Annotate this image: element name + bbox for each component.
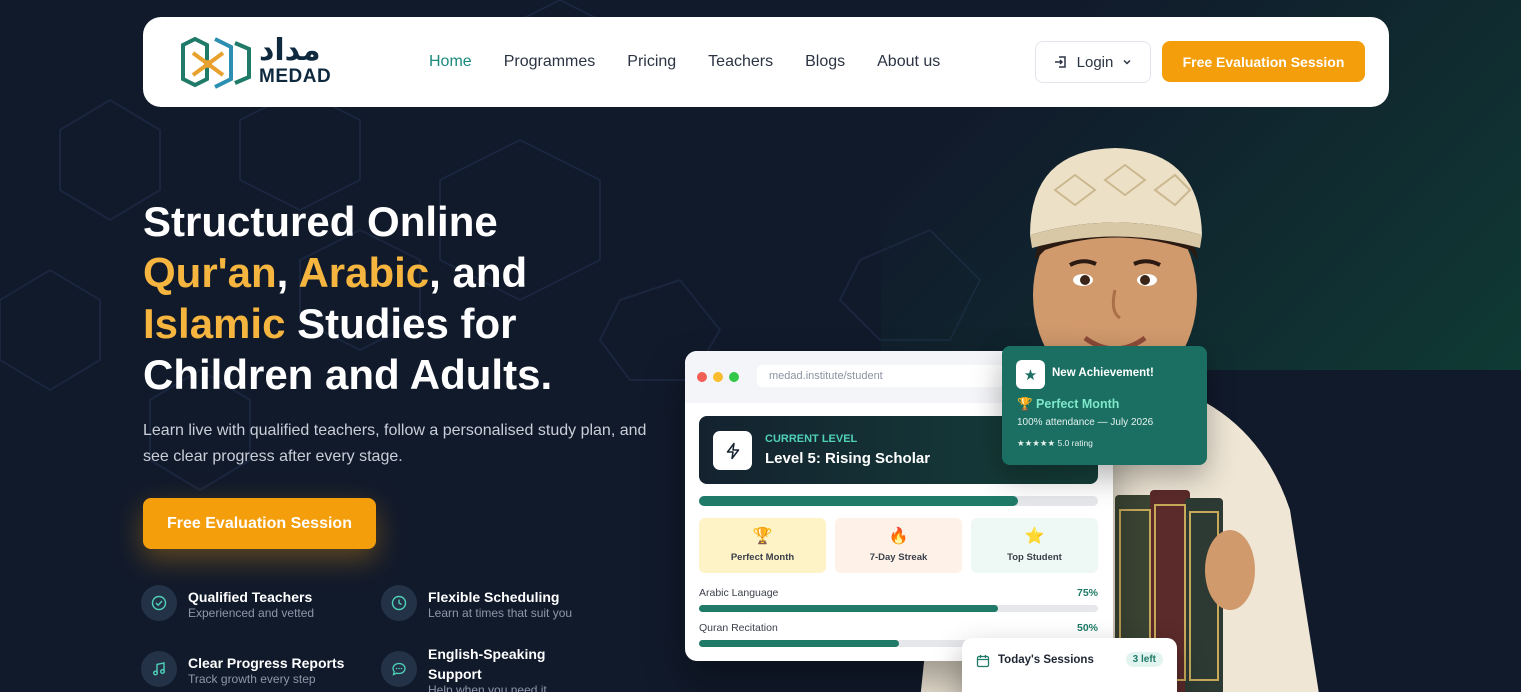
sessions-left-badge: 3 left — [1125, 652, 1163, 667]
achievement-title: New Achievement! — [1052, 367, 1154, 379]
window-close-dot — [697, 372, 707, 382]
browser-url: medad.institute/student — [757, 365, 1005, 387]
brand-logo[interactable]: مداد MEDAD — [177, 35, 337, 89]
hero-title-line-1: Structured Online — [143, 198, 498, 245]
brand-name-arabic: مداد — [259, 33, 321, 68]
level-kicker: CURRENT LEVEL — [765, 433, 858, 445]
progress-label-arabic: Arabic Language — [699, 587, 779, 599]
clock-icon — [381, 585, 417, 621]
level-progress-bar — [699, 496, 1098, 506]
feature-title: Clear Progress Reports — [188, 655, 345, 671]
achievement-name: 🏆 Perfect Month — [1017, 397, 1120, 411]
badge-perfect-month: 🏆 Perfect Month — [699, 518, 826, 573]
achievement-card: ★ New Achievement! 🏆 Perfect Month 100% … — [1002, 346, 1207, 465]
navbar: مداد MEDAD Home Programmes Pricing Teach… — [143, 17, 1389, 107]
nav-blogs[interactable]: Blogs — [805, 51, 845, 73]
feature-title: Qualified Teachers — [188, 589, 313, 605]
hero-title-sep-1: , — [276, 249, 299, 296]
progress-fill-quran — [699, 640, 899, 647]
nav-pricing[interactable]: Pricing — [627, 51, 676, 73]
feature-desc: Track growth every step — [188, 672, 316, 686]
hero-highlight-islamic: Islamic — [143, 300, 286, 347]
feature-desc: Experienced and vetted — [188, 606, 315, 620]
achievement-detail: 100% attendance — July 2026 — [1017, 417, 1154, 428]
badge-label: Top Student — [1007, 552, 1062, 563]
hero-subtitle: Learn live with qualified teachers, foll… — [143, 422, 647, 465]
feature-qualified-teachers: Qualified Teachers Experienced and vette… — [141, 585, 371, 629]
calendar-icon — [976, 655, 990, 668]
progress-pct-quran: 50% — [1076, 622, 1098, 634]
feature-progress-reports: Clear Progress Reports Track growth ever… — [141, 651, 371, 692]
level-progress-fill — [699, 496, 1019, 506]
badge-label: Perfect Month — [730, 552, 795, 563]
hero-cta-button[interactable]: Free Evaluation Session — [143, 498, 376, 549]
hero-title: Structured Online Qur'an, Arabic, and Is… — [143, 196, 683, 400]
nav-home[interactable]: Home — [429, 51, 472, 73]
achievement-rating: ★★★★★ 5.0 rating — [1017, 438, 1093, 448]
nav-cta-button[interactable]: Free Evaluation Session — [1162, 41, 1365, 82]
feature-flexible-scheduling: Flexible Scheduling Learn at times that … — [381, 585, 611, 629]
nav-about-us[interactable]: About us — [877, 51, 940, 73]
badge-top-student: ⭐ Top Student — [971, 518, 1098, 573]
hero-title-line-2: Qur'an, Arabic, and — [143, 247, 683, 298]
progress-label-quran: Quran Recitation — [699, 622, 778, 634]
feature-desc: Help when you need it — [428, 683, 547, 692]
sessions-title: Today's Sessions — [998, 654, 1094, 666]
hero-highlight-arabic: Arabic — [298, 249, 430, 296]
chat-bubble-icon — [381, 651, 417, 687]
progress-bar-arabic — [699, 605, 1098, 612]
star-icon: ⭐ — [1024, 528, 1045, 545]
nav-programmes[interactable]: Programmes — [504, 51, 596, 73]
hero-title-rest-3: Studies for — [285, 300, 517, 347]
feature-english-support: English-Speaking Support Help when you n… — [381, 641, 611, 692]
badge-streak: 🔥 7-Day Streak — [835, 518, 962, 573]
badge-label: 7-Day Streak — [869, 552, 928, 563]
login-label: Login — [1076, 53, 1114, 71]
feature-desc: Learn at times that suit you — [428, 606, 573, 620]
feature-title: English-Speaking Support — [428, 646, 546, 682]
window-maximize-dot — [729, 372, 739, 382]
brand-name-latin: MEDAD — [259, 66, 332, 87]
fire-icon: 🔥 — [888, 528, 909, 545]
nav-links: Home Programmes Pricing Teachers Blogs A… — [429, 51, 940, 73]
window-minimize-dot — [713, 372, 723, 382]
hero-title-sep-2: , and — [429, 249, 528, 296]
hero-title-line-4: Children and Adults. — [143, 351, 553, 398]
lightning-icon — [713, 431, 752, 470]
check-circle-icon — [141, 585, 177, 621]
hero-highlight-quran: Qur'an — [143, 249, 277, 296]
logo-mark-icon — [181, 36, 251, 89]
feature-title: Flexible Scheduling — [428, 589, 560, 605]
star-icon: ★ — [1016, 360, 1045, 389]
music-note-icon — [141, 651, 177, 687]
nav-teachers[interactable]: Teachers — [708, 51, 773, 73]
progress-pct-arabic: 75% — [1076, 587, 1098, 599]
level-name: Level 5: Rising Scholar — [765, 450, 931, 467]
trophy-icon: 🏆 — [752, 528, 773, 545]
progress-fill-arabic — [699, 605, 999, 612]
chevron-down-icon — [1123, 59, 1131, 65]
todays-sessions-card[interactable]: Today's Sessions 3 left — [962, 638, 1177, 692]
hero-title-line-3: Islamic Studies for — [143, 298, 683, 349]
login-icon — [1054, 56, 1066, 68]
login-button[interactable]: Login — [1035, 41, 1151, 83]
